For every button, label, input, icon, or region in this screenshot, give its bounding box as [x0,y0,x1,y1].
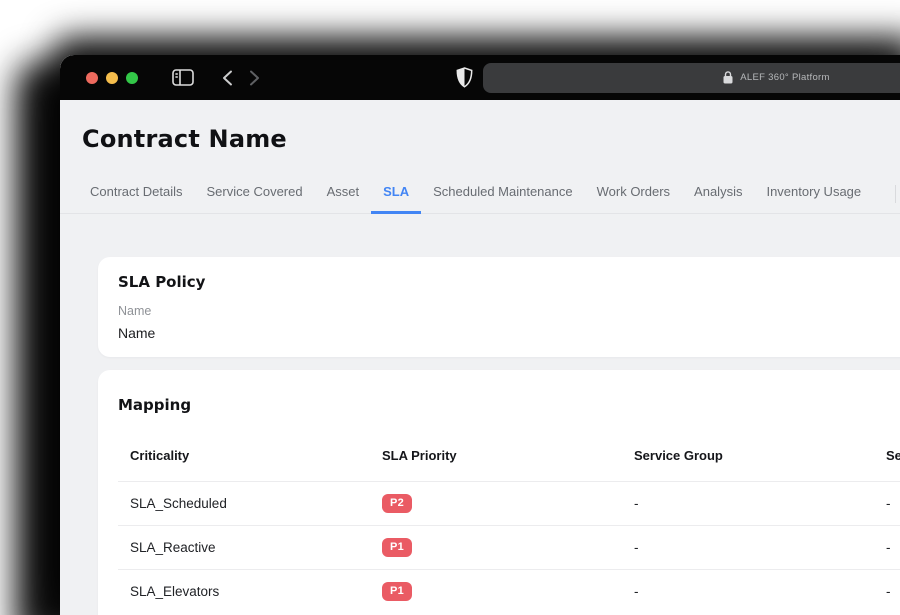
table-row[interactable]: SLA_Elevators P1 - - [118,570,900,614]
page-content: Contract Name Contract Details Service C… [60,125,900,615]
mapping-table: Criticality SLA Priority Service Group S… [118,436,900,613]
cell-service-group: - [622,525,874,570]
priority-badge: P2 [382,494,413,513]
back-icon[interactable] [222,70,233,86]
sidebar-toggle-icon[interactable] [172,69,194,86]
address-bar-label: ALEF 360° Platform [740,72,830,83]
cell-clipped: - [874,481,900,526]
forward-icon[interactable] [249,70,260,86]
address-bar-site: ALEF 360° Platform [723,71,829,84]
cell-criticality: SLA_Scheduled [118,481,370,526]
tab-service-covered[interactable]: Service Covered [194,178,314,214]
cell-clipped: - [874,525,900,570]
lock-icon [723,71,733,84]
column-header-criticality: Criticality [118,436,370,482]
tab-bar: Contract Details Service Covered Asset S… [60,178,900,214]
address-bar[interactable]: ALEF 360° Platform [483,62,900,93]
column-header-clipped: Ser [874,436,900,482]
mapping-table-header-row: Criticality SLA Priority Service Group S… [118,436,900,482]
tab-work-orders[interactable]: Work Orders [585,178,682,214]
table-row[interactable]: SLA_Reactive P1 - - [118,525,900,570]
tab-bar-divider [895,185,896,203]
mapping-card: Mapping Criticality SLA Priority Service… [98,370,900,615]
tab-sla[interactable]: SLA [371,178,422,214]
zoom-window-button[interactable] [126,71,138,84]
tab-analysis[interactable]: Analysis [682,178,754,214]
close-window-button[interactable] [86,71,98,84]
minimize-window-button[interactable] [106,71,118,84]
column-header-sla-priority: SLA Priority [370,436,622,482]
sla-policy-name-value: Name [118,325,156,341]
cell-criticality: SLA_Reactive [118,525,370,570]
sla-policy-card: SLA Policy Name Name [98,257,900,357]
cell-clipped: - [886,584,891,599]
cell-service-group: - [634,584,639,599]
mapping-card-title: Mapping [118,396,192,414]
cell-criticality: SLA_Elevators [130,584,220,599]
tab-scheduled-maintenance[interactable]: Scheduled Maintenance [421,178,585,214]
cell-service-group: - [622,481,874,526]
priority-badge: P1 [382,582,413,601]
tab-asset[interactable]: Asset [315,178,372,214]
privacy-shield-icon[interactable] [456,67,473,88]
page-title: Contract Name [82,125,287,153]
sla-policy-card-title: SLA Policy [118,273,206,291]
window-controls [86,71,138,84]
sla-policy-name-label: Name [118,304,152,318]
column-header-service-group: Service Group [622,436,874,482]
tab-contract-details[interactable]: Contract Details [78,178,194,214]
browser-window: ALEF 360° Platform Contract Name Contrac… [60,55,900,615]
priority-badge: P1 [382,538,413,557]
browser-titlebar: ALEF 360° Platform [60,55,900,100]
tab-inventory-usage[interactable]: Inventory Usage [754,178,873,214]
table-row[interactable]: SLA_Scheduled P2 - - [118,481,900,526]
